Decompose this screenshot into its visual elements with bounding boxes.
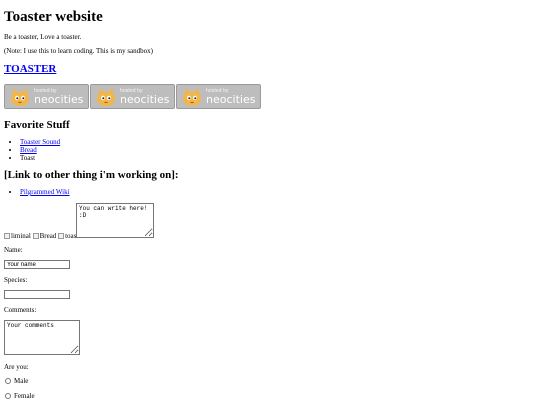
list-item: Toaster Sound bbox=[20, 138, 60, 146]
note-text: (Note: I use this to learn coding. This … bbox=[4, 47, 153, 55]
cat-mascot-icon bbox=[183, 87, 201, 106]
neocities-badge-3[interactable]: hosted by neocities bbox=[176, 84, 261, 109]
image-row: liminal Bread toast bbox=[4, 232, 78, 240]
broken-image-icon bbox=[4, 233, 10, 239]
broken-image-icon bbox=[32, 233, 39, 239]
bread-link[interactable]: Bread bbox=[20, 146, 37, 154]
toaster-sound-link[interactable]: Toaster Sound bbox=[20, 138, 60, 146]
species-label: Species: bbox=[4, 276, 28, 284]
page: Toaster website Be a toaster, Love a toa… bbox=[0, 0, 540, 405]
name-label: Name: bbox=[4, 246, 23, 254]
list-item: Bread bbox=[20, 146, 60, 154]
comments-textarea[interactable]: Your comments bbox=[4, 320, 80, 355]
pilgrammed-wiki-link[interactable]: Pilgrammed Wiki bbox=[20, 188, 70, 196]
note-textarea[interactable]: You can write here! :D bbox=[76, 203, 154, 238]
female-label: Female bbox=[14, 392, 35, 400]
female-radio[interactable] bbox=[5, 393, 11, 399]
intro-text: Be a toaster, Love a toaster. bbox=[4, 33, 82, 41]
badge-neocities: neocities bbox=[120, 92, 170, 106]
neocities-badge-2[interactable]: hosted by neocities bbox=[90, 84, 175, 109]
male-label: Male bbox=[14, 377, 29, 385]
male-radio[interactable] bbox=[5, 378, 11, 384]
bread-image: Bread bbox=[39, 232, 57, 240]
comments-label: Comments: bbox=[4, 306, 37, 314]
page-title: Toaster website bbox=[4, 9, 103, 25]
neocities-badge-1[interactable]: hosted by neocities bbox=[4, 84, 89, 109]
badge-neocities: neocities bbox=[34, 92, 84, 106]
are-you-label: Are you: bbox=[4, 363, 29, 371]
favorites-list: Toaster Sound Bread Toast bbox=[10, 138, 60, 162]
favorites-heading: Favorite Stuff bbox=[4, 119, 70, 131]
cat-mascot-icon bbox=[97, 87, 115, 106]
cat-mascot-icon bbox=[11, 87, 29, 106]
list-item: Pilgrammed Wiki bbox=[20, 188, 70, 196]
liminal-image: liminal bbox=[11, 232, 31, 240]
name-input[interactable] bbox=[4, 260, 70, 269]
other-heading: [Link to other thing i'm working on]: bbox=[4, 169, 179, 181]
list-item: Toast bbox=[20, 154, 60, 162]
broken-image-icon bbox=[58, 233, 65, 239]
other-list: Pilgrammed Wiki bbox=[10, 188, 70, 196]
badge-neocities: neocities bbox=[206, 92, 256, 106]
species-input[interactable] bbox=[4, 290, 70, 299]
toaster-link[interactable]: TOASTER bbox=[4, 63, 56, 76]
